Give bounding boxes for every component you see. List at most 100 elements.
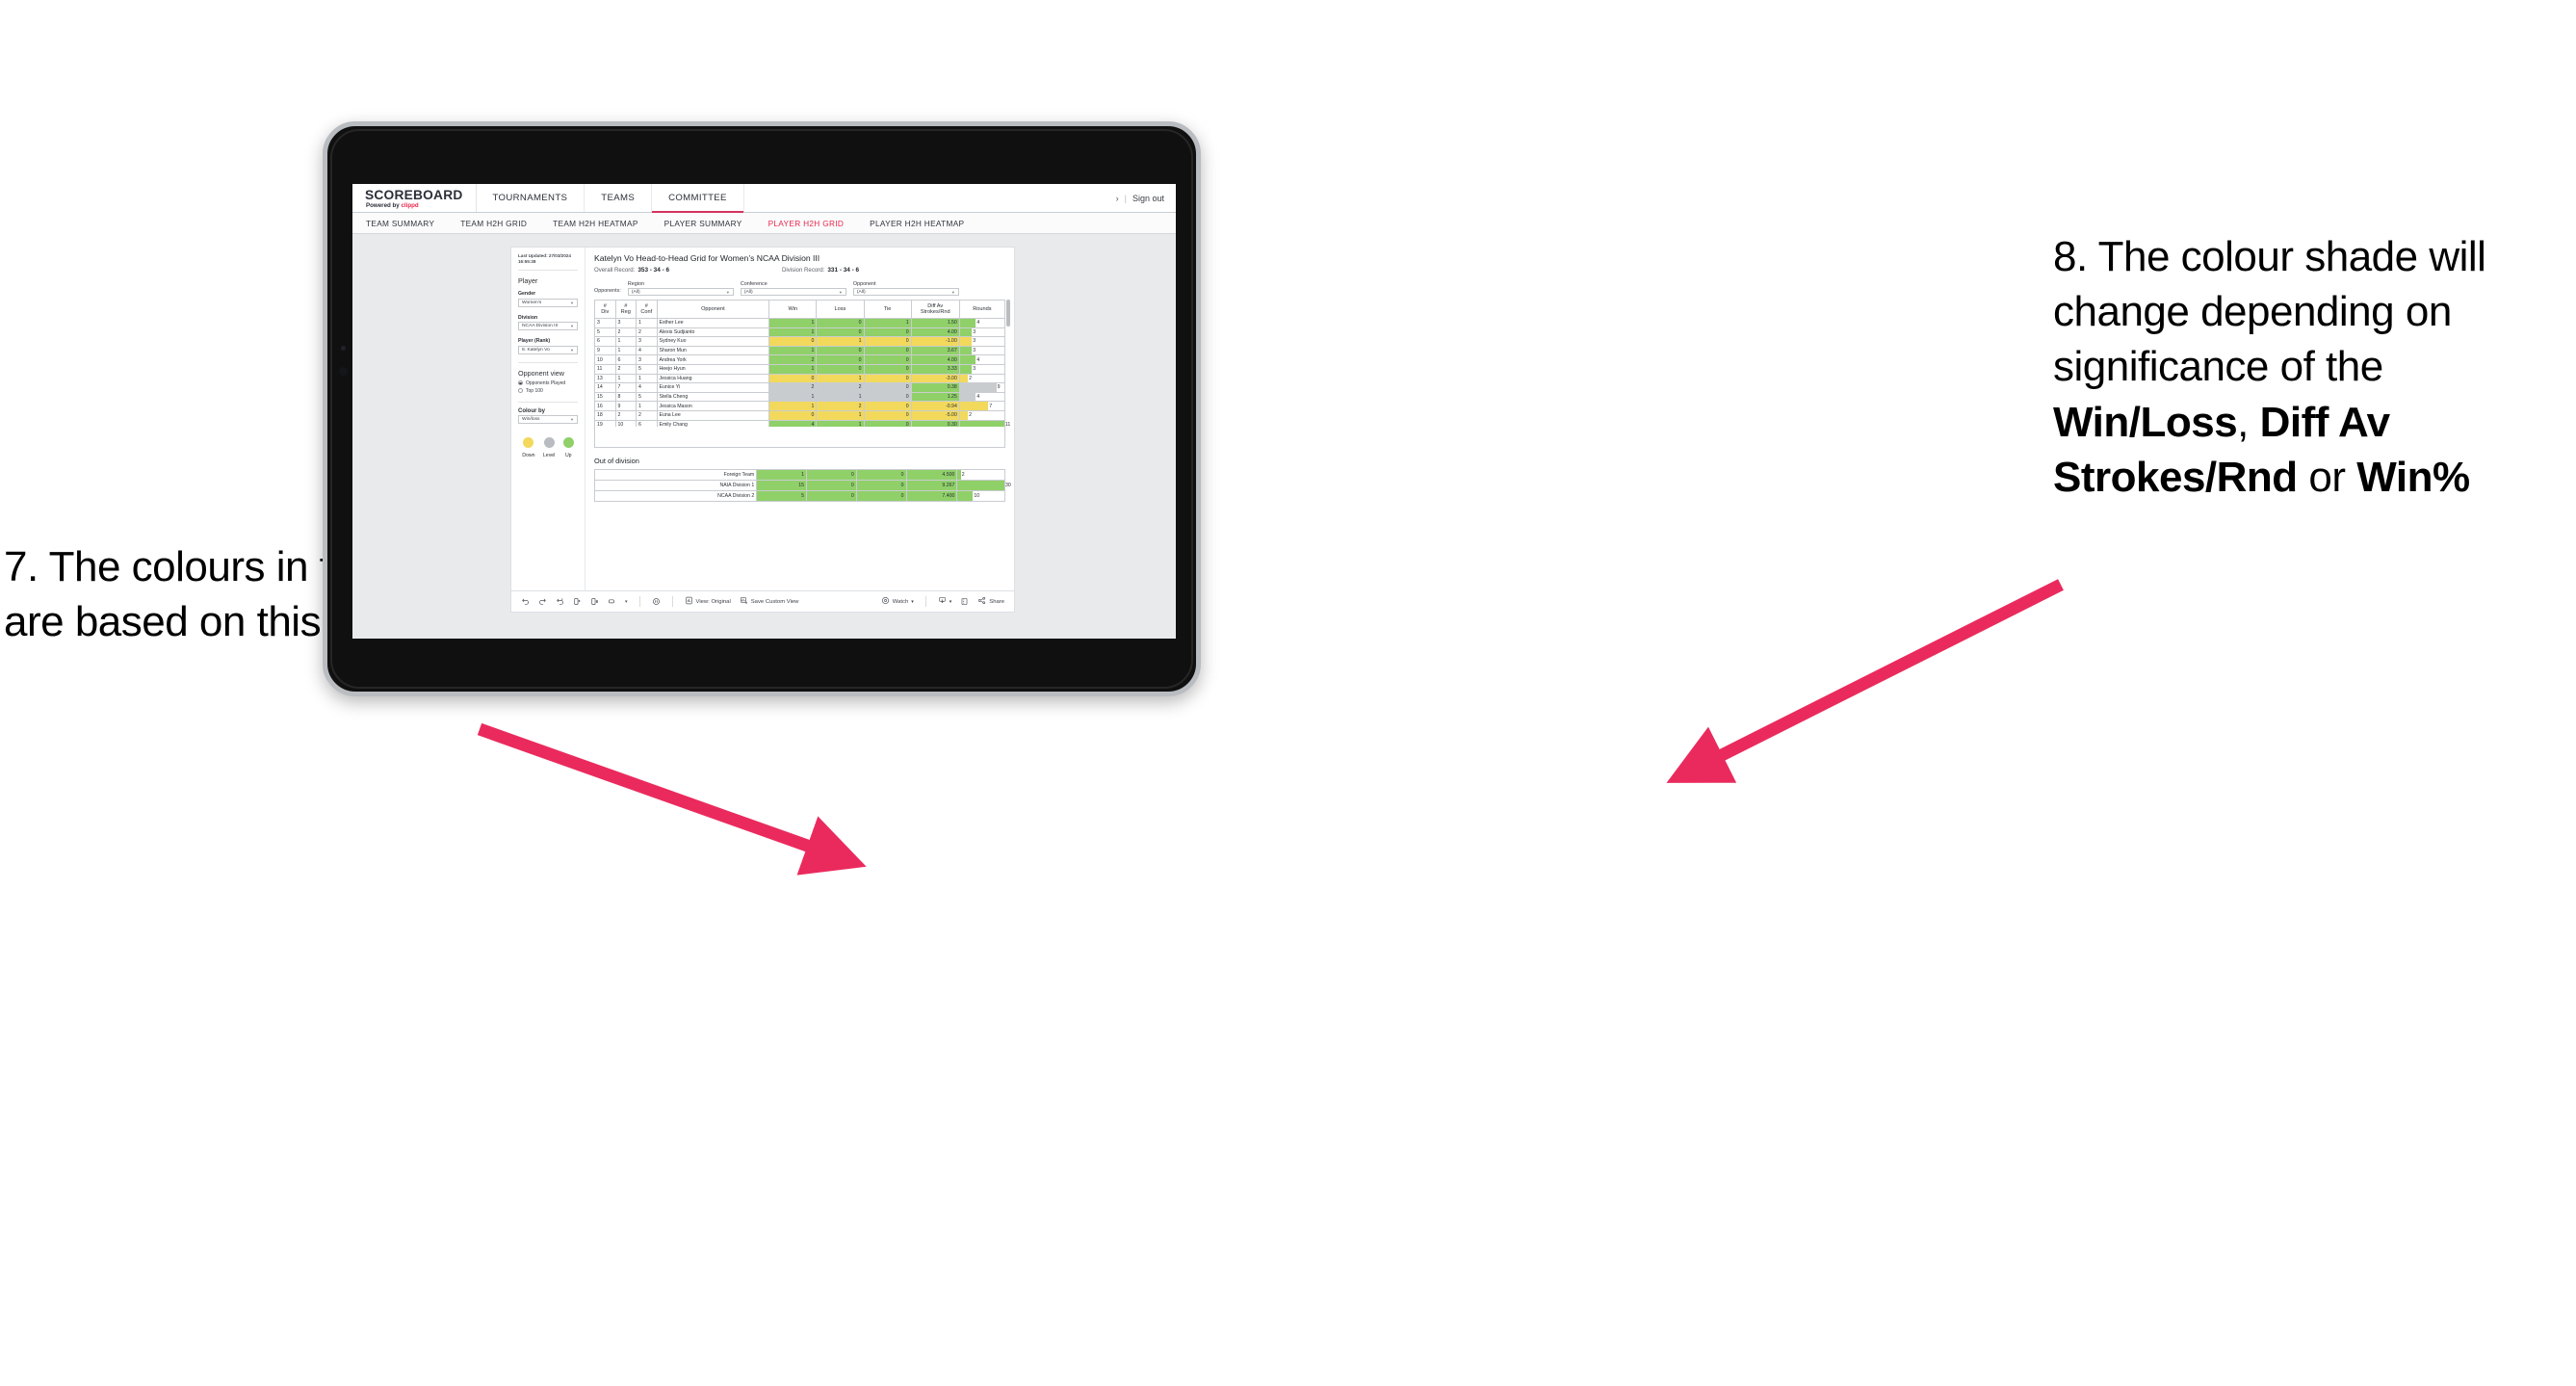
table-row[interactable]: 15 8 5 Stella Cheng 1 1 0 1.25 4 (594, 391, 1006, 403)
subnav-team-h2h-grid[interactable]: TEAM H2H GRID (460, 219, 527, 228)
table-row[interactable]: 14 7 4 Eunice Yi 2 2 0 0.38 9 (594, 382, 1006, 393)
radio-top-100[interactable]: Top 100 (518, 388, 578, 394)
table-row[interactable]: 6 1 3 Sydney Kuo 0 1 0 -1.00 3 (594, 336, 1006, 347)
dashboard-main: Katelyn Vo Head-to-Head Grid for Women’s… (585, 248, 1014, 590)
cell-opponent: Sydney Kuo (656, 336, 770, 347)
redo-icon[interactable] (538, 597, 547, 606)
table-row[interactable]: 16 9 1 Jessica Mason 1 2 0 -0.94 7 (594, 401, 1006, 411)
division-record-label: Division Record: (782, 267, 825, 274)
filter-region-select[interactable]: (All) ▼ (627, 288, 734, 296)
filter-opponent-select[interactable]: (All) ▼ (852, 288, 959, 296)
undo-icon[interactable] (521, 597, 530, 606)
chevron-down-icon: ▾ (911, 598, 914, 605)
top-nav-tournaments[interactable]: TOURNAMENTS (477, 184, 585, 212)
workspace: Last Updated: 27/03/2024 16:55:38 Player… (352, 234, 1176, 639)
table-row[interactable]: 5 2 2 Alexis Sudjianto 1 0 0 4.00 3 (594, 327, 1006, 338)
cell-div: 5 (594, 327, 616, 338)
download-button[interactable]: ▾ (938, 596, 951, 607)
division-label: Division (518, 314, 538, 321)
top-nav-teams[interactable]: TEAMS (585, 184, 653, 212)
division-select[interactable]: NCAA Division III ▼ (518, 322, 578, 331)
legend-item-up: Up (562, 437, 574, 458)
chevron-right-icon[interactable]: › (1116, 194, 1119, 203)
cell-reg: 9 (614, 401, 637, 411)
annotation-8-bold1: Win/Loss (2053, 398, 2238, 446)
rounds-value: 2 (969, 375, 972, 381)
pause-auto-update-icon[interactable] (652, 597, 661, 606)
pause-updates-icon[interactable] (590, 597, 599, 606)
sidebar-divider-1 (518, 270, 578, 272)
subnav-player-h2h-grid[interactable]: PLAYER H2H GRID (768, 219, 845, 228)
cell-opponent: Jessica Mason (656, 401, 770, 411)
cell-win: 1 (768, 318, 818, 328)
table-row[interactable]: 9 1 4 Sharon Mun 1 0 0 3.67 3 (594, 345, 1006, 356)
rounds-value: 4 (976, 320, 980, 327)
annotation-8-mid1: , (2237, 398, 2260, 446)
cell-diff: -0.94 (910, 401, 960, 411)
table-row[interactable]: 18 2 2 Euna Lee 0 1 0 -5.00 2 (594, 409, 1006, 421)
view-original-button[interactable]: View: Original (685, 596, 731, 607)
screenshot-root: 7. The colours in the grid are based on … (0, 0, 2576, 1386)
player-rank-select[interactable]: 8. Katelyn Vo ▼ (518, 345, 578, 354)
cell-diff: 1.25 (910, 391, 960, 403)
out-of-division-row[interactable]: NCAA Division 2 5 0 0 7.400 10 (593, 490, 1005, 503)
fullscreen-icon[interactable] (960, 597, 969, 606)
subnav-player-summary[interactable]: PLAYER SUMMARY (664, 219, 742, 228)
col-conf-l1: # (644, 302, 648, 309)
cell-loss: 1 (816, 373, 865, 384)
cell-div: 18 (594, 409, 616, 421)
cell-conf: 1 (636, 401, 658, 411)
save-custom-view-button[interactable]: Save Custom View (740, 596, 798, 607)
cell-win: 0 (768, 336, 818, 347)
top-nav-committee[interactable]: COMMITTEE (652, 184, 744, 213)
scoreboard-logo[interactable]: SCOREBOARD Powered by clippd (352, 184, 477, 212)
out-of-division-row[interactable]: Foreign Team 1 0 0 4.500 2 (593, 469, 1005, 482)
cell-win: 2 (768, 354, 818, 365)
rounds-value: 2 (969, 412, 972, 419)
cell-reg: 8 (614, 391, 637, 403)
colour-by-select[interactable]: Win/loss ▼ (518, 415, 578, 425)
table-row[interactable]: 13 1 1 Jessica Huang 0 1 0 -3.00 2 (594, 373, 1006, 384)
chevron-down-icon: ▼ (570, 347, 574, 353)
subnav-team-h2h-heatmap[interactable]: TEAM H2H HEATMAP (553, 219, 638, 228)
table-row[interactable]: 3 3 1 Esther Lee 1 0 1 1.50 4 (594, 318, 1006, 328)
subnav-player-h2h-heatmap[interactable]: PLAYER H2H HEATMAP (870, 219, 964, 228)
watch-button[interactable]: Watch ▾ (881, 596, 914, 607)
table-row[interactable]: 11 2 5 Heejo Hyun 1 0 0 3.33 3 (594, 363, 1006, 375)
h2h-grid-header: # Div # Reg # Conf Opponent Win Loss Tie Di… (594, 300, 1006, 319)
share-button[interactable]: Share (977, 596, 1004, 607)
refresh-data-icon[interactable] (573, 597, 582, 606)
cell-ood-diff: 4.500 (905, 469, 958, 482)
subnav-team-summary[interactable]: TEAM SUMMARY (366, 219, 434, 228)
device-layout-icon[interactable] (608, 597, 616, 606)
top-nav-teams-label: TEAMS (601, 193, 636, 203)
col-opponent: Opponent (656, 300, 770, 319)
out-of-division-row[interactable]: NAIA Division 1 15 0 0 9.267 30 (593, 480, 1011, 492)
sign-out-button[interactable]: Sign out (1132, 194, 1164, 203)
revert-icon[interactable] (556, 597, 564, 606)
cell-reg: 2 (614, 363, 637, 375)
col-win: Win (768, 300, 818, 319)
radio-opponents-played[interactable]: Opponents Played (518, 380, 578, 386)
top-nav-committee-label: COMMITTEE (668, 193, 727, 203)
cell-conf: 2 (636, 409, 658, 421)
sidebar-divider-3 (518, 401, 578, 403)
chevron-down-icon[interactable]: ▾ (625, 599, 628, 605)
h2h-grid-header-row: # Div # Reg # Conf Opponent Win Loss Tie Di… (594, 300, 1006, 319)
table-row[interactable]: 10 6 3 Andrea York 2 0 0 4.00 4 (594, 354, 1006, 365)
rounds-bar (957, 481, 1004, 491)
rounds-value: 4 (976, 356, 980, 363)
viz-toolbar: ▾ View: Original Save Custom View Watch … (511, 590, 1014, 612)
cell-win: 1 (768, 345, 818, 356)
gender-select[interactable]: Women’s ▼ (518, 298, 578, 307)
share-label: Share (989, 598, 1004, 605)
grid-scrollbar[interactable] (1006, 300, 1010, 327)
col-reg-l2: Reg (620, 309, 631, 315)
cell-tie: 0 (863, 391, 912, 403)
cell-div: 9 (594, 345, 616, 356)
cell-div: 6 (594, 336, 616, 347)
cell-tie: 0 (863, 354, 912, 365)
logo-tagline-prefix: Powered by (366, 202, 402, 210)
division-record-value: 331 - 34 - 6 (827, 267, 860, 274)
filter-conference-select[interactable]: (All) ▼ (740, 288, 846, 296)
